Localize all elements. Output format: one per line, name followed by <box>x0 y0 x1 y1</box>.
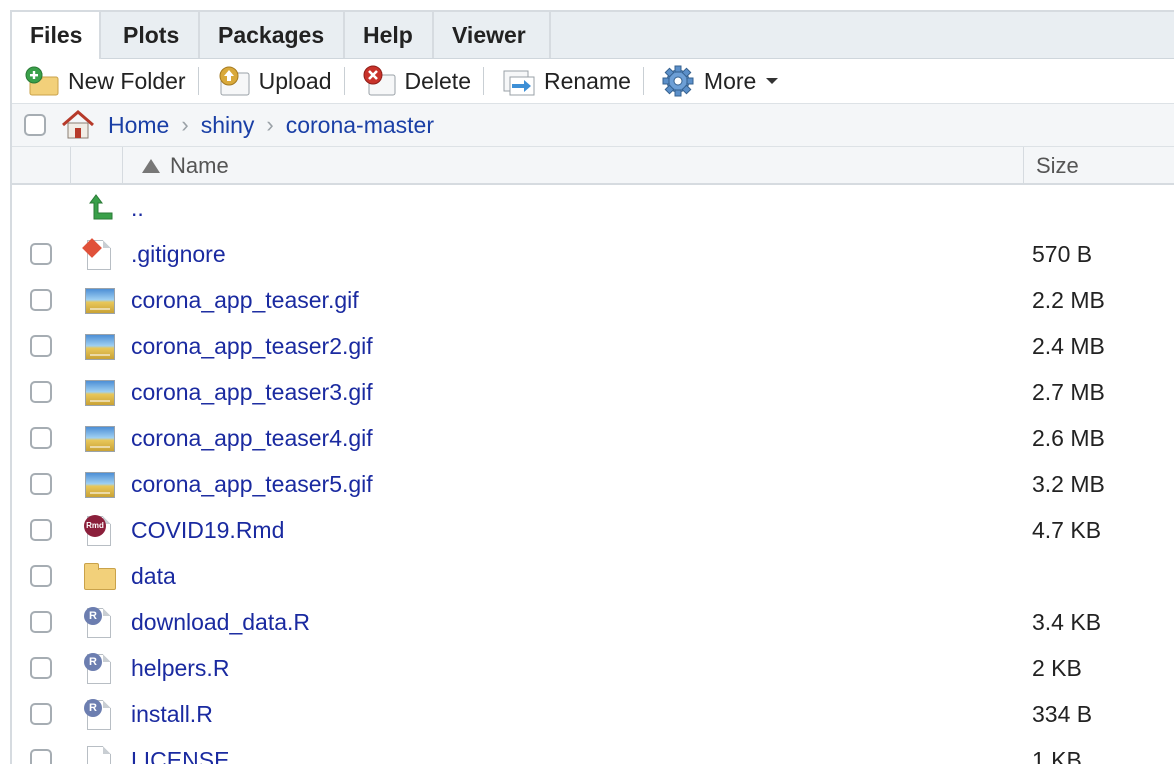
file-size: 3.2 MB <box>1032 471 1105 497</box>
file-size: 4.7 KB <box>1032 517 1102 543</box>
text-file-icon <box>84 745 116 764</box>
file-name-link[interactable]: install.R <box>131 701 213 728</box>
toolbar: New Folder Upload Delete Rename More <box>12 59 1174 104</box>
name-column-header[interactable]: Name <box>142 153 229 179</box>
file-name-link[interactable]: COVID19.Rmd <box>131 517 284 544</box>
row-checkbox[interactable] <box>30 289 52 311</box>
table-row[interactable]: corona_app_teaser2.gif 2.4 MB <box>12 323 1174 369</box>
table-row[interactable]: corona_app_teaser5.gif 3.2 MB <box>12 461 1174 507</box>
row-checkbox[interactable] <box>30 611 52 633</box>
image-file-icon <box>84 285 116 317</box>
file-name-link[interactable]: corona_app_teaser.gif <box>131 287 359 314</box>
parent-directory-link[interactable]: .. <box>131 195 144 222</box>
upload-button[interactable]: Upload <box>203 61 340 101</box>
table-row[interactable]: corona_app_teaser4.gif 2.6 MB <box>12 415 1174 461</box>
file-name-link[interactable]: data <box>131 563 176 590</box>
column-header: Name Size <box>12 147 1174 185</box>
file-list: .. .gitignore 570 B corona_app_teaser.gi… <box>12 185 1174 764</box>
file-size: 2.2 MB <box>1032 287 1105 313</box>
tab-plots[interactable]: Plots <box>101 12 200 58</box>
file-size: 2.6 MB <box>1032 425 1105 451</box>
toolbar-divider <box>482 67 484 95</box>
row-checkbox[interactable] <box>30 335 52 357</box>
file-size: 1 KB <box>1032 747 1082 764</box>
parent-directory-row[interactable]: .. <box>12 185 1174 231</box>
image-file-icon <box>84 377 116 409</box>
sort-ascending-icon <box>142 159 160 173</box>
home-icon[interactable] <box>60 109 96 141</box>
breadcrumb-home[interactable]: Home <box>108 112 169 139</box>
toolbar-divider <box>343 67 345 95</box>
file-size: 3.4 KB <box>1032 609 1102 635</box>
new-folder-icon <box>24 65 60 97</box>
table-row[interactable]: R install.R 334 B <box>12 691 1174 737</box>
file-size: 2.4 MB <box>1032 333 1105 359</box>
file-size: 334 B <box>1032 701 1093 727</box>
image-file-icon <box>84 423 116 455</box>
file-size: 2 KB <box>1032 655 1082 681</box>
r-file-icon: R <box>84 699 116 731</box>
rename-icon <box>500 65 536 97</box>
new-folder-button[interactable]: New Folder <box>12 61 194 101</box>
file-name-link[interactable]: corona_app_teaser4.gif <box>131 425 373 452</box>
row-checkbox[interactable] <box>30 749 52 764</box>
row-checkbox[interactable] <box>30 427 52 449</box>
tab-help[interactable]: Help <box>345 12 434 58</box>
table-row[interactable]: corona_app_teaser3.gif 2.7 MB <box>12 369 1174 415</box>
image-file-icon <box>84 331 116 363</box>
more-menu-button[interactable]: More <box>648 61 786 101</box>
row-checkbox[interactable] <box>30 565 52 587</box>
row-checkbox[interactable] <box>30 473 52 495</box>
row-checkbox[interactable] <box>30 519 52 541</box>
select-all-checkbox[interactable] <box>24 114 46 136</box>
table-row[interactable]: data <box>12 553 1174 599</box>
file-name-link[interactable]: corona_app_teaser2.gif <box>131 333 373 360</box>
rename-button[interactable]: Rename <box>488 61 639 101</box>
git-file-icon <box>82 238 116 271</box>
row-checkbox[interactable] <box>30 703 52 725</box>
r-file-icon: R <box>84 607 116 639</box>
table-row[interactable]: LICENSE 1 KB <box>12 737 1174 764</box>
table-row[interactable]: R helpers.R 2 KB <box>12 645 1174 691</box>
chevron-down-icon <box>766 78 779 84</box>
file-size: 2.7 MB <box>1032 379 1105 405</box>
breadcrumb-shiny[interactable]: shiny <box>201 112 255 139</box>
file-name-link[interactable]: corona_app_teaser3.gif <box>131 379 373 406</box>
tab-packages[interactable]: Packages <box>200 12 345 58</box>
image-file-icon <box>84 469 116 501</box>
size-column-header[interactable]: Size <box>1036 153 1079 179</box>
row-checkbox[interactable] <box>30 243 52 265</box>
breadcrumb-separator: › <box>266 112 274 137</box>
tab-bar: Files Plots Packages Help Viewer <box>12 12 1174 59</box>
delete-icon <box>361 65 397 97</box>
row-checkbox[interactable] <box>30 381 52 403</box>
delete-button[interactable]: Delete <box>349 61 479 101</box>
table-row[interactable]: Rmd COVID19.Rmd 4.7 KB <box>12 507 1174 553</box>
go-up-icon <box>84 193 116 225</box>
table-row[interactable]: .gitignore 570 B <box>12 231 1174 277</box>
row-checkbox[interactable] <box>30 657 52 679</box>
rmd-file-icon: Rmd <box>84 515 116 547</box>
files-pane: Files Plots Packages Help Viewer New Fol… <box>10 10 1174 764</box>
toolbar-divider <box>642 67 644 95</box>
file-name-link[interactable]: download_data.R <box>131 609 310 636</box>
r-file-icon: R <box>84 653 116 685</box>
file-name-link[interactable]: helpers.R <box>131 655 229 682</box>
file-name-link[interactable]: LICENSE <box>131 747 229 764</box>
tab-viewer[interactable]: Viewer <box>434 12 551 58</box>
folder-icon <box>84 561 116 593</box>
breadcrumb: Home › shiny › corona-master <box>12 104 1174 147</box>
file-size: 570 B <box>1032 241 1093 267</box>
file-name-link[interactable]: corona_app_teaser5.gif <box>131 471 373 498</box>
file-name-link[interactable]: .gitignore <box>131 241 226 268</box>
toolbar-divider <box>197 67 199 95</box>
breadcrumb-separator: › <box>181 112 189 137</box>
table-row[interactable]: R download_data.R 3.4 KB <box>12 599 1174 645</box>
gear-icon <box>660 65 696 97</box>
table-row[interactable]: corona_app_teaser.gif 2.2 MB <box>12 277 1174 323</box>
tab-files[interactable]: Files <box>12 12 101 59</box>
upload-icon <box>215 65 251 97</box>
breadcrumb-corona-master[interactable]: corona-master <box>286 112 434 139</box>
